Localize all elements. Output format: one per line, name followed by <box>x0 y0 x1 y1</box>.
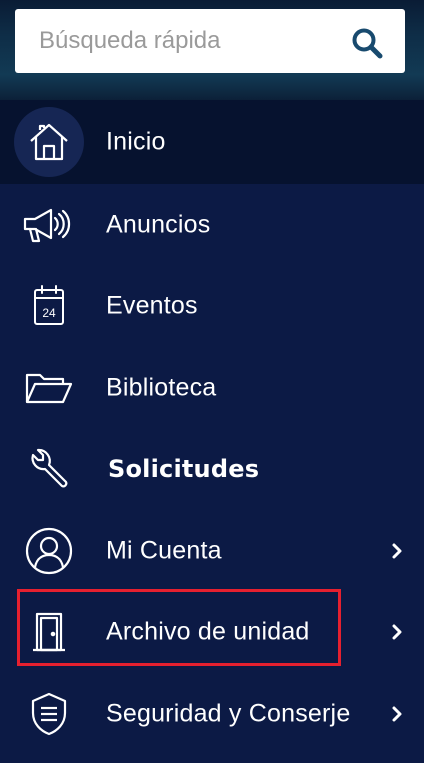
menu-item-seguridad-y-conserje[interactable]: Seguridad y Conserje <box>0 673 424 755</box>
user-icon <box>18 520 80 582</box>
menu-label-biblioteca: Biblioteca <box>106 373 217 402</box>
calendar-icon: 24 <box>18 275 80 337</box>
menu-label-inicio: Inicio <box>106 127 166 156</box>
megaphone-icon <box>18 194 80 256</box>
search-box[interactable] <box>15 9 405 73</box>
search-icon[interactable] <box>350 26 384 60</box>
menu-item-mi-cuenta[interactable]: Mi Cuenta <box>0 510 424 592</box>
menu-item-inicio[interactable]: Inicio <box>0 100 424 184</box>
menu-item-eventos[interactable]: 24 Eventos <box>0 266 424 348</box>
menu-label-eventos: Eventos <box>106 291 198 320</box>
menu-item-biblioteca[interactable]: Biblioteca <box>0 347 424 429</box>
calendar-icon-day: 24 <box>42 306 56 320</box>
folder-icon <box>18 357 80 419</box>
chevron-right-icon[interactable] <box>390 623 404 641</box>
door-icon <box>18 601 80 663</box>
chevron-right-icon[interactable] <box>390 705 404 723</box>
side-menu: Inicio Anuncios 24 Eventos Biblioteca So… <box>0 100 424 755</box>
shield-icon <box>18 683 80 745</box>
chevron-right-icon[interactable] <box>390 542 404 560</box>
menu-label-solicitudes: Solicitudes <box>108 455 260 484</box>
menu-item-archivo-de-unidad[interactable]: Archivo de unidad <box>0 592 424 674</box>
search-input[interactable] <box>15 9 335 73</box>
menu-label-archivo-de-unidad: Archivo de unidad <box>106 617 310 646</box>
menu-label-mi-cuenta: Mi Cuenta <box>106 536 222 565</box>
menu-item-anuncios[interactable]: Anuncios <box>0 184 424 266</box>
menu-item-solicitudes[interactable]: Solicitudes <box>0 429 424 511</box>
menu-label-seguridad-y-conserje: Seguridad y Conserje <box>106 699 351 728</box>
home-icon <box>14 107 84 177</box>
wrench-icon <box>18 438 80 500</box>
menu-label-anuncios: Anuncios <box>106 210 211 239</box>
top-bar <box>0 0 424 100</box>
